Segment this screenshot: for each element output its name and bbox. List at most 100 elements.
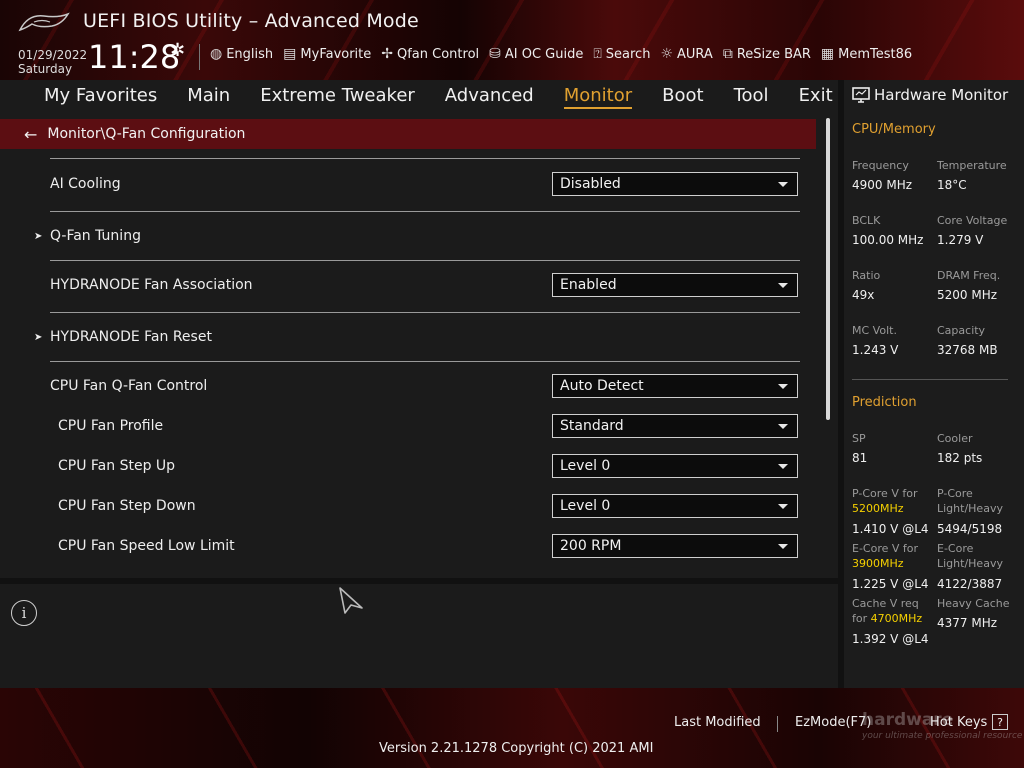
pcore-light-heavy-label: P-Core Light/Heavy xyxy=(937,487,1003,515)
dropdown-value: Disabled xyxy=(560,176,621,192)
hydranode-association-dropdown[interactable]: Enabled xyxy=(552,273,798,297)
menu-boot[interactable]: Boot xyxy=(662,85,703,109)
divider xyxy=(852,379,1008,380)
back-arrow-icon[interactable]: ← xyxy=(24,125,37,144)
setting-cpu-fan-speed-low-limit: CPU Fan Speed Low Limit 200 RPM xyxy=(0,533,820,559)
ecore-v-label: E-Core V for 3900MHz xyxy=(852,541,934,571)
divider xyxy=(50,312,800,313)
chevron-right-icon: ➤ xyxy=(34,331,43,343)
cpu-fan-control-dropdown[interactable]: Auto Detect xyxy=(552,374,798,398)
cache-v-label: Cache V req for 4700MHz xyxy=(852,596,934,626)
capacity-label: Capacity xyxy=(937,324,986,337)
cooler-label: Cooler xyxy=(937,432,973,445)
aura-label: AURA xyxy=(677,46,713,62)
prediction-heading: Prediction xyxy=(852,395,917,410)
chevron-down-icon xyxy=(778,544,788,549)
search-button[interactable]: ⍰ Search xyxy=(593,46,650,62)
menu-exit[interactable]: Exit xyxy=(799,85,833,109)
myfavorite-button[interactable]: ▤ MyFavorite xyxy=(283,46,371,62)
pcore-v-value: 1.410 V @L4 xyxy=(852,522,929,536)
setting-label: CPU Fan Step Down xyxy=(58,498,196,514)
cpu-fan-profile-dropdown[interactable]: Standard xyxy=(552,414,798,438)
setting-ai-cooling: AI Cooling Disabled xyxy=(0,171,820,197)
ez-mode-button[interactable]: EzMode(F7) xyxy=(795,715,871,730)
cpu-memory-heading: CPU/Memory xyxy=(852,122,936,137)
info-icon: i xyxy=(11,600,37,626)
dram-freq-value: 5200 MHz xyxy=(937,288,998,302)
scrollbar[interactable] xyxy=(826,118,830,420)
breadcrumb[interactable]: ← Monitor\Q-Fan Configuration xyxy=(0,119,816,149)
submenu-label: Q-Fan Tuning xyxy=(50,228,141,244)
dram-freq-label: DRAM Freq. xyxy=(937,269,1001,282)
capacity-value: 32768 MB xyxy=(937,343,998,357)
app-title: UEFI BIOS Utility – Advanced Mode xyxy=(83,10,419,32)
setting-cpu-fan-qfan-control: CPU Fan Q-Fan Control Auto Detect xyxy=(0,373,820,399)
language-label: English xyxy=(226,46,274,62)
last-modified-button[interactable]: Last Modified xyxy=(674,715,761,730)
submenu-qfan-tuning[interactable]: ➤ Q-Fan Tuning xyxy=(0,223,820,249)
chevron-down-icon xyxy=(778,182,788,187)
myfavorite-label: MyFavorite xyxy=(300,46,372,62)
mouse-cursor-icon xyxy=(339,587,363,614)
fan-icon: ✢ xyxy=(381,46,393,62)
cache-v-label-for: for xyxy=(852,612,868,625)
resize-bar-button[interactable]: ⧉ ReSize BAR xyxy=(723,46,811,62)
setting-hydranode-fan-association: HYDRANODE Fan Association Enabled xyxy=(0,272,820,298)
dropdown-value: Auto Detect xyxy=(560,378,644,394)
menu-tool[interactable]: Tool xyxy=(734,85,769,109)
setting-label: AI Cooling xyxy=(50,176,121,192)
frequency-label: Frequency xyxy=(852,159,909,172)
ai-chip-icon: ⛁ xyxy=(489,46,501,62)
title-bar: UEFI BIOS Utility – Advanced Mode 01/29/… xyxy=(0,0,1024,80)
submenu-hydranode-fan-reset[interactable]: ➤ HYDRANODE Fan Reset xyxy=(0,324,820,350)
language-button[interactable]: ◍ English xyxy=(210,46,273,62)
memtest86-button[interactable]: ▦ MemTest86 xyxy=(821,46,912,62)
aura-button[interactable]: ☼ AURA xyxy=(660,46,712,62)
cache-v-value: 1.392 V @L4 xyxy=(852,632,929,646)
cpu-fan-step-down-dropdown[interactable]: Level 0 xyxy=(552,494,798,518)
setting-label: CPU Fan Profile xyxy=(58,418,164,434)
cpu-fan-low-limit-dropdown[interactable]: 200 RPM xyxy=(552,534,798,558)
dropdown-value: Enabled xyxy=(560,277,617,293)
ai-cooling-dropdown[interactable]: Disabled xyxy=(552,172,798,196)
chevron-right-icon: ➤ xyxy=(34,230,43,242)
heavy-cache-value: 4377 MHz xyxy=(937,616,998,630)
favorite-icon: ▤ xyxy=(283,46,297,62)
hot-keys-button[interactable]: Hot Keys xyxy=(930,715,987,730)
pcore-v-label: P-Core V for 5200MHz xyxy=(852,486,934,516)
resize-bar-icon: ⧉ xyxy=(722,46,733,62)
setting-cpu-fan-step-down: CPU Fan Step Down Level 0 xyxy=(0,493,820,519)
menu-my-favorites[interactable]: My Favorites xyxy=(44,85,157,109)
divider xyxy=(50,260,800,261)
footer-bar: Last Modified EzMode(F7) hardware your u… xyxy=(0,688,1024,768)
gear-icon[interactable]: ✲ xyxy=(170,40,185,61)
help-key-icon[interactable]: ? xyxy=(992,714,1008,730)
pcore-v-label-freq: 5200MHz xyxy=(852,502,904,515)
watermark-subtext: your ultimate professional resource xyxy=(862,731,1023,741)
aura-light-icon: ☼ xyxy=(660,46,673,62)
memtest86-label: MemTest86 xyxy=(838,46,913,62)
menu-extreme-tweaker[interactable]: Extreme Tweaker xyxy=(260,85,415,109)
temperature-label: Temperature xyxy=(937,159,1007,172)
day-display: Saturday xyxy=(18,62,73,76)
qfan-control-button[interactable]: ✢ Qfan Control xyxy=(381,46,479,62)
hardware-monitor-panel: Hardware Monitor CPU/Memory Frequency 49… xyxy=(844,80,1024,688)
dropdown-value: Standard xyxy=(560,418,624,434)
version-text: Version 2.21.1278 Copyright (C) 2021 AMI xyxy=(379,741,654,756)
toolbar: ◍ English ▤ MyFavorite ✢ Qfan Control ⛁ … xyxy=(210,46,912,62)
menu-main[interactable]: Main xyxy=(187,85,230,109)
mc-volt-value: 1.243 V xyxy=(852,343,899,357)
ai-oc-guide-button[interactable]: ⛁ AI OC Guide xyxy=(489,46,583,62)
header-divider xyxy=(199,44,200,70)
cpu-fan-step-up-dropdown[interactable]: Level 0 xyxy=(552,454,798,478)
menu-monitor[interactable]: Monitor xyxy=(563,85,633,109)
menu-advanced[interactable]: Advanced xyxy=(445,85,534,109)
submenu-label: HYDRANODE Fan Reset xyxy=(50,329,212,345)
ecore-v-value: 1.225 V @L4 xyxy=(852,577,929,591)
ratio-value: 49x xyxy=(852,288,875,302)
settings-panel: ← Monitor\Q-Fan Configuration AI Cooling… xyxy=(0,112,838,578)
ecore-light-heavy-label: E-Core Light/Heavy xyxy=(937,542,1003,570)
setting-label: CPU Fan Q-Fan Control xyxy=(50,378,208,394)
search-label: Search xyxy=(605,46,651,62)
core-voltage-value: 1.279 V xyxy=(937,233,984,247)
